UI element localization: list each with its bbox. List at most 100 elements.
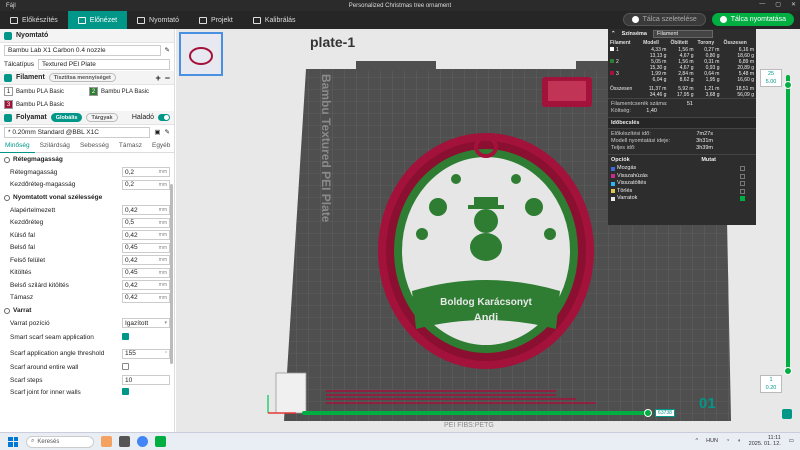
minimize-button[interactable]: — bbox=[759, 1, 765, 8]
col-header: Öblített bbox=[670, 40, 688, 46]
slice-plate-button[interactable]: Tálca szeletelése bbox=[622, 13, 706, 26]
taskbar-search[interactable]: ⌕ Keresés bbox=[26, 435, 94, 448]
tab-prepare[interactable]: Előkészítés bbox=[0, 11, 68, 29]
filament-item[interactable]: 1 Bambu PLA Basic bbox=[4, 87, 85, 96]
objects-toggle[interactable]: Tárgyak bbox=[86, 113, 118, 122]
param-input[interactable]: 0,42 mm bbox=[122, 292, 170, 303]
sidebar-scrollbar[interactable] bbox=[170, 184, 173, 364]
maximize-button[interactable]: ▢ bbox=[775, 1, 781, 8]
option-checkbox[interactable] bbox=[740, 181, 745, 187]
param-input[interactable]: 0,42 mm bbox=[122, 255, 170, 266]
process-profile-select[interactable]: * 0.20mm Standard @BBL X1C bbox=[4, 126, 151, 138]
close-button[interactable]: ✕ bbox=[791, 1, 796, 8]
param-input[interactable]: 0,42 mm bbox=[122, 230, 170, 241]
preview-viewport[interactable]: Boldog Karácsonyt Andi Bambu Textured PE… bbox=[176, 29, 800, 432]
color-scheme-label: Színséma bbox=[621, 31, 647, 37]
remove-filament-icon[interactable]: − bbox=[165, 73, 170, 83]
filament-changes-label: Filamentcserék száma: bbox=[611, 101, 668, 107]
seam-position-select[interactable]: Igazított ▾ bbox=[122, 318, 170, 329]
param-input[interactable]: 0,42 mm bbox=[122, 205, 170, 216]
param-input[interactable]: 10 bbox=[122, 375, 170, 386]
color-scheme-select[interactable]: Filament bbox=[652, 30, 713, 38]
layer-settings-icon[interactable] bbox=[782, 409, 792, 419]
chevron-up-icon[interactable]: ^ bbox=[696, 438, 699, 444]
tab-others[interactable]: Egyéb bbox=[147, 139, 174, 153]
param-label: Varrat pozíció bbox=[10, 319, 50, 327]
smart-scarf-checkbox[interactable] bbox=[122, 333, 129, 340]
param-input[interactable]: 0,42 mm bbox=[122, 280, 170, 291]
settings-sidebar: Nyomtató Bambu Lab X1 Carbon 0.4 nozzle … bbox=[0, 29, 175, 432]
tab-quality[interactable]: Minőség bbox=[0, 139, 35, 153]
tab-preview[interactable]: Előnézet bbox=[67, 11, 128, 29]
param-input[interactable]: 155 ° bbox=[122, 348, 170, 359]
chrome-icon[interactable] bbox=[137, 436, 148, 447]
plate-thumbnail[interactable] bbox=[179, 32, 223, 76]
layer-slider[interactable] bbox=[786, 75, 790, 375]
add-filament-icon[interactable]: + bbox=[155, 73, 160, 83]
option-checkbox[interactable] bbox=[740, 196, 745, 202]
tab-calibration[interactable]: Kalibrálás bbox=[243, 11, 306, 29]
option-checkbox[interactable] bbox=[740, 166, 745, 172]
layer-height-group: Rétegmagasság bbox=[0, 153, 174, 166]
param-label: Belső szilárd kitöltés bbox=[10, 281, 69, 289]
time-estimate-header: Időbecslés bbox=[611, 120, 640, 126]
param-label: Smart scarf seam application bbox=[10, 334, 94, 341]
printer-select[interactable]: Bambu Lab X1 Carbon 0.4 nozzle bbox=[4, 44, 161, 56]
network-icon[interactable]: ◔ bbox=[726, 438, 729, 444]
file-menu[interactable]: Fájl bbox=[6, 3, 16, 9]
advanced-switch[interactable] bbox=[158, 114, 170, 121]
param-label: Rétegmagasság bbox=[10, 168, 58, 176]
tab-project[interactable]: Projekt bbox=[189, 11, 243, 29]
device-icon bbox=[137, 16, 146, 24]
tab-strength[interactable]: Szilárdság bbox=[35, 139, 75, 153]
global-toggle[interactable]: Globális bbox=[50, 113, 83, 122]
scarf-around-checkbox[interactable] bbox=[122, 363, 129, 371]
edit-profile-icon[interactable]: ✎ bbox=[165, 128, 170, 136]
notification-icon[interactable]: ▭ bbox=[789, 438, 794, 444]
widgets-icon[interactable] bbox=[101, 436, 112, 447]
bambu-studio-icon[interactable] bbox=[155, 436, 166, 447]
col-header: Torony bbox=[697, 40, 715, 46]
process-icon bbox=[4, 113, 12, 122]
scarf-inner-checkbox[interactable] bbox=[122, 388, 129, 396]
param-input[interactable]: 0,45 mm bbox=[122, 242, 170, 253]
bed-bottom-label: PEI FIBS:PETG bbox=[444, 422, 494, 429]
plate-type-select[interactable]: Textured PEI Plate bbox=[38, 58, 170, 70]
flush-volume-button[interactable]: Tisztítsa mennyiséget bbox=[48, 73, 116, 82]
move-slider[interactable] bbox=[302, 411, 648, 415]
clock[interactable]: 11:11 2025. 01. 12. bbox=[749, 435, 781, 447]
tab-support[interactable]: Támasz bbox=[114, 139, 147, 153]
tab-speed[interactable]: Sebesség bbox=[75, 139, 114, 153]
save-profile-icon[interactable]: ▣ bbox=[154, 128, 160, 136]
prepare-icon bbox=[10, 16, 18, 24]
language-indicator[interactable]: HUN bbox=[706, 438, 718, 444]
layer-top-handle[interactable] bbox=[784, 81, 792, 89]
param-label: Külső fal bbox=[10, 231, 35, 239]
param-label: Scarf steps bbox=[10, 376, 43, 384]
param-input[interactable]: 0,5 mm bbox=[122, 217, 170, 228]
print-plate-button[interactable]: Tálca nyomtatása bbox=[711, 13, 794, 26]
window-title: Personalized Christmas tree ornament bbox=[348, 2, 452, 9]
windows-start-icon[interactable] bbox=[8, 436, 18, 447]
cost-label: Költség: bbox=[611, 108, 631, 114]
collapse-icon[interactable]: ⌃ bbox=[611, 31, 616, 37]
edit-printer-icon[interactable]: ✎ bbox=[165, 46, 170, 54]
task-view-icon[interactable] bbox=[119, 436, 130, 447]
volume-icon[interactable]: ◖ bbox=[737, 438, 740, 444]
param-input[interactable]: 0,45 mm bbox=[122, 267, 170, 278]
filament-item[interactable]: 3 Bambu PLA Basic bbox=[4, 100, 64, 109]
param-input[interactable]: 0,2 mm bbox=[122, 167, 170, 178]
layer-bottom-handle[interactable] bbox=[784, 367, 792, 375]
process-tabs: Minőség Szilárdság Sebesség Támasz Egyéb bbox=[0, 139, 174, 153]
param-label: Alapértelmezett bbox=[10, 206, 56, 214]
filament-item[interactable]: 2 Bambu PLA Basic bbox=[89, 87, 170, 96]
param-input[interactable]: 0,2 mm bbox=[122, 179, 170, 190]
wipe-tower-top bbox=[548, 81, 586, 101]
advanced-label: Haladó bbox=[131, 114, 154, 121]
option-checkbox[interactable] bbox=[740, 188, 745, 194]
move-slider-handle[interactable] bbox=[644, 409, 652, 417]
tab-device[interactable]: Nyomtató bbox=[127, 11, 189, 29]
current-layer-number: 01 bbox=[699, 395, 716, 412]
option-checkbox[interactable] bbox=[740, 173, 745, 179]
filament-section-header: Filament Tisztítsa mennyiséget + − bbox=[0, 71, 174, 85]
